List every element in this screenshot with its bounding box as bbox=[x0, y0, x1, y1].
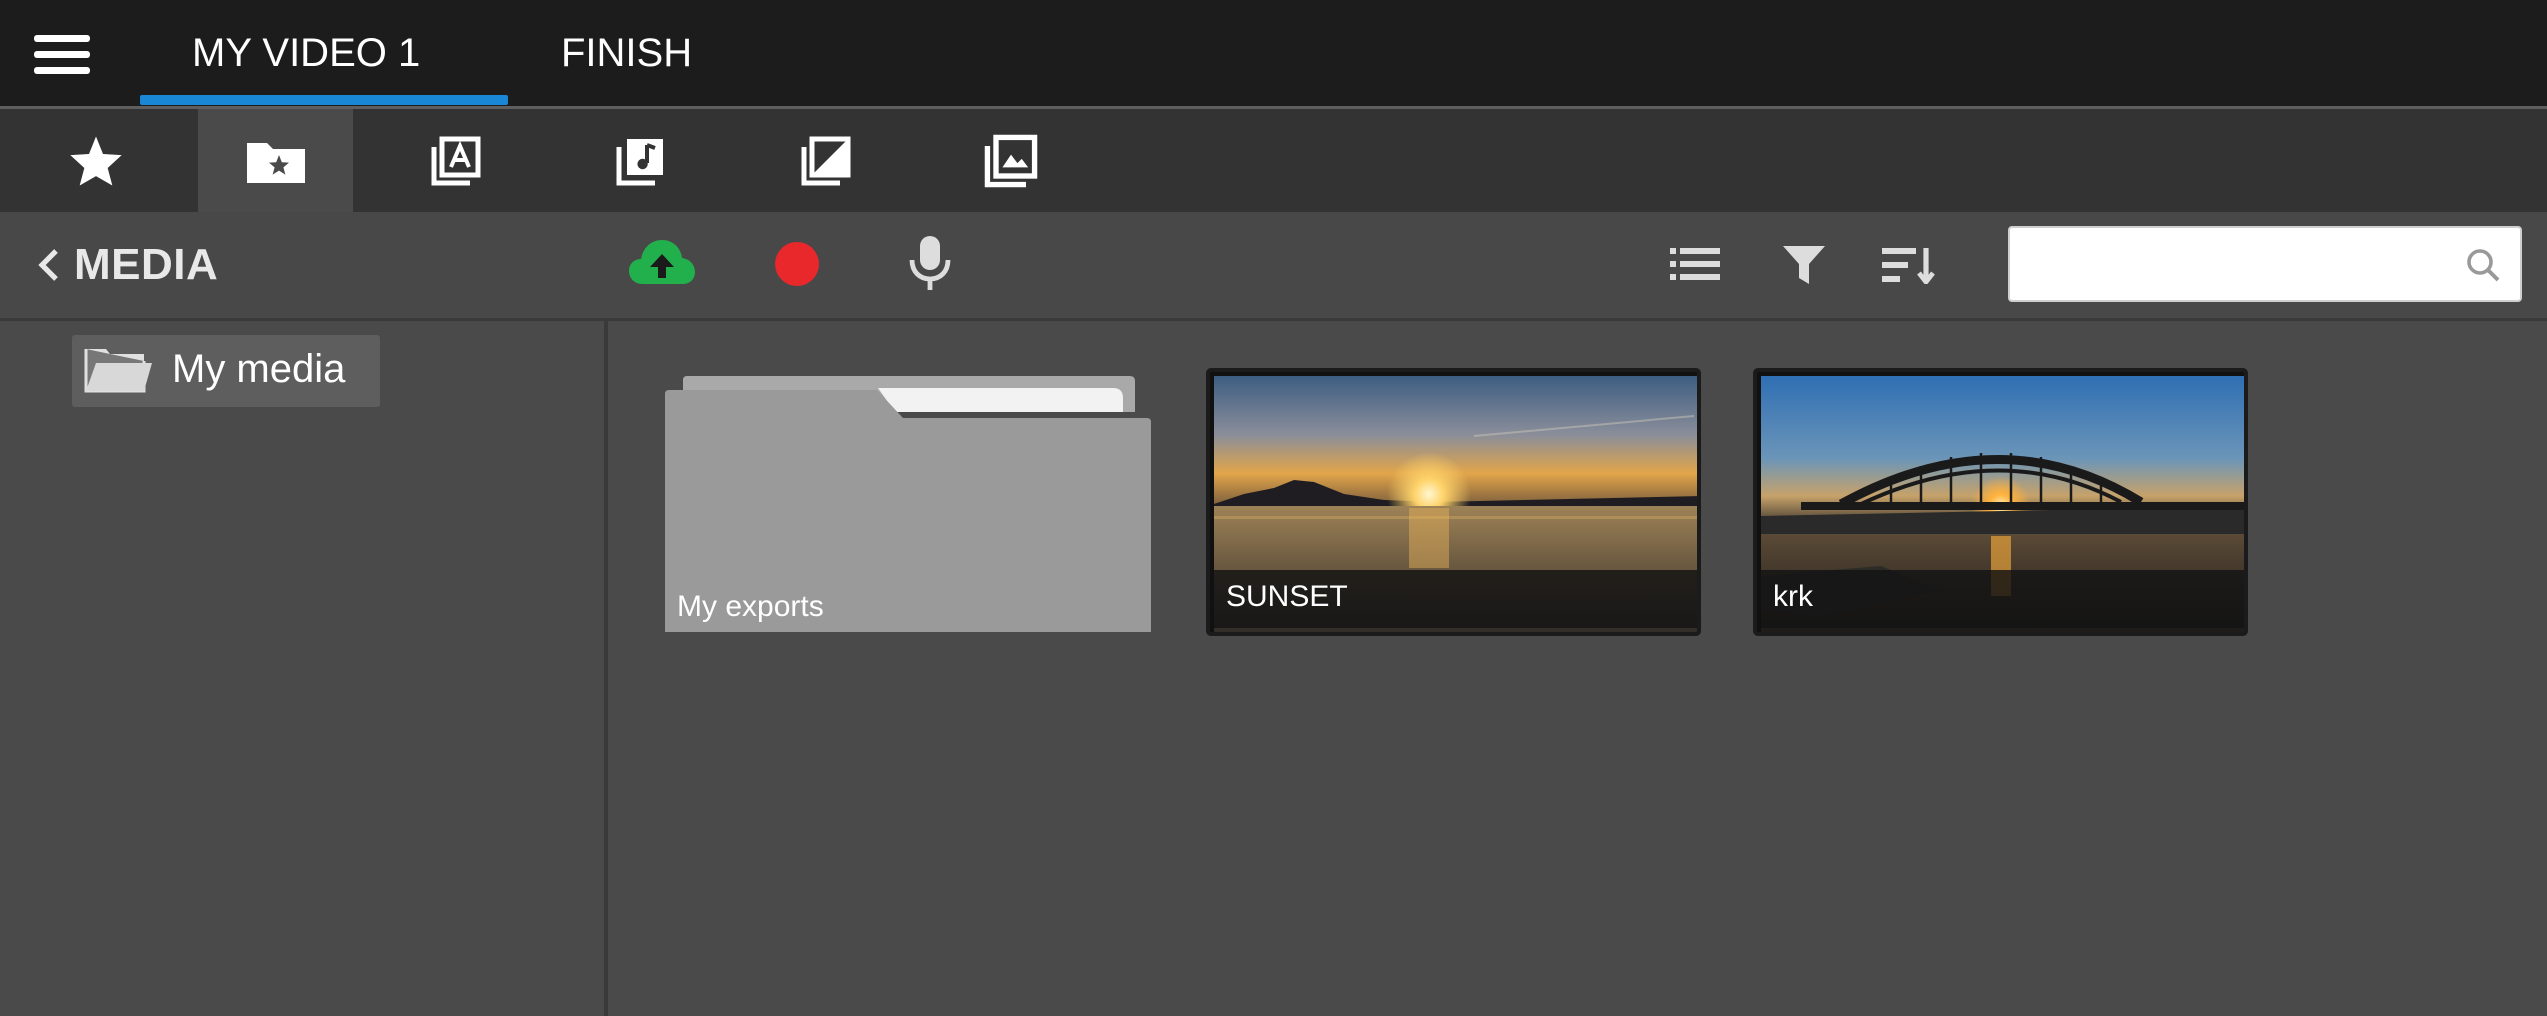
hamburger-menu-icon[interactable] bbox=[32, 33, 92, 77]
tab-my-video[interactable]: MY VIDEO 1 bbox=[192, 0, 420, 106]
music-note-icon bbox=[616, 138, 663, 185]
list-view-button[interactable] bbox=[1670, 246, 1720, 282]
folder-panel bbox=[0, 321, 604, 1016]
overlay-icon bbox=[801, 136, 850, 185]
category-toolbar bbox=[0, 109, 2547, 212]
thumbnail-caption: krk bbox=[1761, 570, 2244, 628]
panel-divider bbox=[604, 321, 608, 1016]
filter-icon bbox=[1783, 246, 1825, 284]
sort-icon bbox=[1882, 248, 1935, 284]
chevron-left-icon bbox=[38, 249, 58, 281]
media-thumbnail-sunset[interactable]: SUNSET bbox=[1206, 368, 1701, 636]
media-folder-my-exports[interactable]: My exports bbox=[665, 372, 1151, 632]
category-favorites[interactable] bbox=[18, 109, 173, 212]
cloud-upload-icon bbox=[629, 240, 695, 284]
media-thumbnail-krk[interactable]: krk bbox=[1753, 368, 2248, 636]
back-button[interactable]: MEDIA bbox=[38, 212, 218, 318]
media-item-label: krk bbox=[1773, 580, 1813, 613]
folder-item-my-media[interactable]: My media bbox=[72, 335, 380, 407]
folder-label: My media bbox=[172, 347, 346, 391]
active-tab-indicator bbox=[140, 95, 508, 105]
voiceover-button[interactable] bbox=[908, 234, 952, 292]
media-item-label: My exports bbox=[677, 590, 824, 623]
category-overlays[interactable] bbox=[748, 109, 903, 212]
top-bar: MY VIDEO 1 FINISH bbox=[0, 0, 2547, 106]
thumbnail-caption: SUNSET bbox=[1214, 570, 1697, 628]
record-icon bbox=[775, 242, 819, 286]
image-stack-icon bbox=[984, 134, 1037, 187]
category-text[interactable] bbox=[378, 109, 533, 212]
search-icon[interactable] bbox=[2466, 248, 2500, 282]
sort-button[interactable] bbox=[1882, 246, 1936, 284]
category-music[interactable] bbox=[563, 109, 718, 212]
upload-button[interactable] bbox=[627, 236, 697, 286]
list-icon bbox=[1670, 248, 1720, 280]
category-backgrounds[interactable] bbox=[933, 109, 1088, 212]
text-layers-icon bbox=[431, 136, 480, 185]
section-title: MEDIA bbox=[74, 240, 219, 289]
media-item-label: SUNSET bbox=[1226, 580, 1348, 613]
filter-button[interactable] bbox=[1783, 246, 1825, 284]
tab-finish[interactable]: FINISH bbox=[561, 0, 692, 106]
search-input[interactable] bbox=[2022, 238, 2456, 292]
folder-star-icon bbox=[246, 142, 305, 183]
folder-open-icon bbox=[84, 349, 152, 393]
record-button[interactable] bbox=[773, 240, 821, 288]
category-my-media[interactable] bbox=[198, 109, 353, 212]
star-icon bbox=[69, 136, 122, 185]
search-box bbox=[2008, 226, 2522, 302]
microphone-icon bbox=[909, 236, 951, 290]
